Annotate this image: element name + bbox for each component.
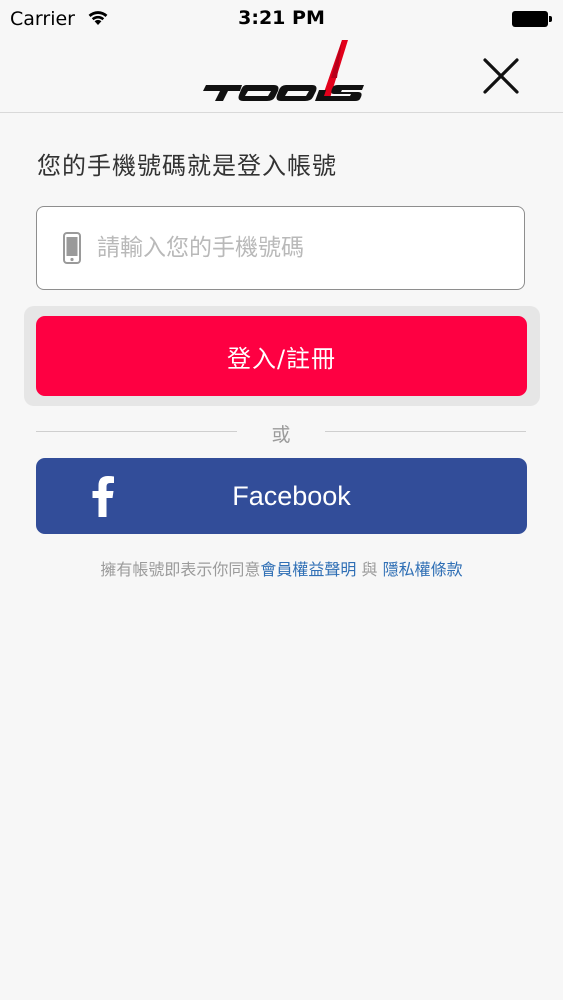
login-register-button[interactable]: 登入/註冊 <box>36 316 527 396</box>
login-screen: Carrier 3:21 PM 您的手機號碼就是登入帳號 請輸入您的手機號碼 登… <box>0 0 563 1000</box>
status-time: 3:21 PM <box>238 7 325 29</box>
terms-notice: 擁有帳號即表示你同意會員權益聲明 與 隱私權條款 <box>0 556 563 580</box>
privacy-policy-link[interactable]: 隱私權條款 <box>383 560 463 579</box>
member-rights-link[interactable]: 會員權益聲明 <box>260 560 356 579</box>
facebook-label: Facebook <box>232 480 351 511</box>
login-button-container: 登入/註冊 <box>24 306 540 406</box>
nav-bar <box>0 38 563 113</box>
divider-line-right <box>325 431 526 432</box>
terms-prefix: 擁有帳號即表示你同意 <box>100 560 261 579</box>
terms-conjunction: 與 <box>356 560 383 579</box>
facebook-login-button[interactable]: Facebook <box>36 458 527 534</box>
login-instruction: 您的手機號碼就是登入帳號 <box>37 152 337 180</box>
phone-input[interactable] <box>95 207 519 289</box>
battery-icon <box>512 11 552 27</box>
divider-line-left <box>36 431 237 432</box>
phone-field[interactable] <box>36 206 525 290</box>
mobile-phone-icon <box>63 232 81 264</box>
status-bar: Carrier 3:21 PM <box>0 0 563 38</box>
close-icon[interactable] <box>479 54 523 98</box>
tools-logo <box>203 40 364 101</box>
divider-or-label: 或 <box>271 424 291 446</box>
